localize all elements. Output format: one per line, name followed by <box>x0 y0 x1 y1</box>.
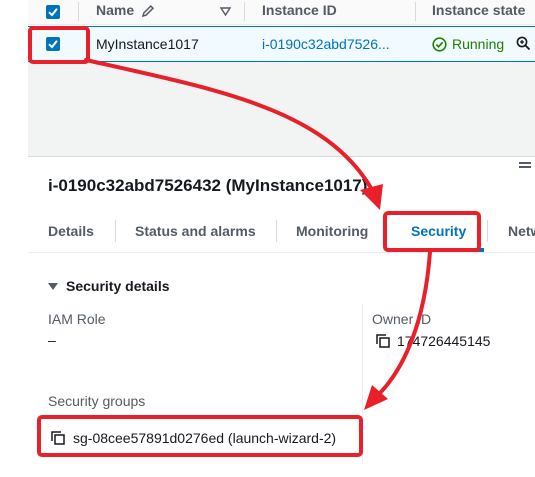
column-header-name[interactable]: Name <box>96 2 134 18</box>
resize-handle-icon[interactable] <box>519 162 531 170</box>
instances-table: Name Instance ID Instance state MyInstan… <box>28 0 535 62</box>
table-header: Name Instance ID Instance state <box>28 0 535 25</box>
tab-monitoring[interactable]: Monitoring <box>296 223 368 239</box>
owner-id-value: 174726445145 <box>397 333 491 349</box>
split-panel-gap <box>28 62 535 156</box>
instance-state-value: Running <box>452 36 505 52</box>
tab-networking[interactable]: Netw <box>508 223 535 239</box>
iam-role-value: – <box>48 332 56 348</box>
tab-details[interactable]: Details <box>48 223 94 239</box>
iam-role-label: IAM Role <box>48 311 106 327</box>
copy-icon[interactable] <box>375 333 391 349</box>
instance-name: MyInstance1017 <box>96 36 199 52</box>
security-details-title: Security details <box>66 278 170 294</box>
column-header-instance-id[interactable]: Instance ID <box>262 2 337 18</box>
select-all-checkbox[interactable] <box>46 5 60 19</box>
split-panel-divider <box>28 156 535 157</box>
annotation-box-security-tab <box>383 211 481 252</box>
zoom-icon[interactable] <box>516 36 531 51</box>
edit-pencil-icon[interactable] <box>141 4 155 18</box>
owner-id-label: Owner ID <box>372 311 432 327</box>
annotation-box-checkbox <box>28 26 90 64</box>
column-header-instance-state[interactable]: Instance state <box>432 2 525 18</box>
tabs-baseline <box>28 252 535 253</box>
sort-caret-icon[interactable] <box>220 7 231 16</box>
instance-id-link[interactable]: i-0190c32abd7526... <box>262 36 390 52</box>
annotation-box-security-group <box>37 415 363 457</box>
expand-caret-icon <box>48 283 58 290</box>
running-check-icon <box>432 37 447 52</box>
tab-status-and-alarms[interactable]: Status and alarms <box>135 223 256 239</box>
checkbox-icon <box>48 8 58 17</box>
security-details-header[interactable]: Security details <box>48 278 170 294</box>
ec2-console-page: Name Instance ID Instance state MyInstan… <box>0 0 535 477</box>
security-groups-label: Security groups <box>48 393 146 409</box>
instance-details-title: i-0190c32abd7526432 (MyInstance1017) <box>48 176 368 195</box>
table-row[interactable]: MyInstance1017 i-0190c32abd7526... Runni… <box>28 26 535 62</box>
